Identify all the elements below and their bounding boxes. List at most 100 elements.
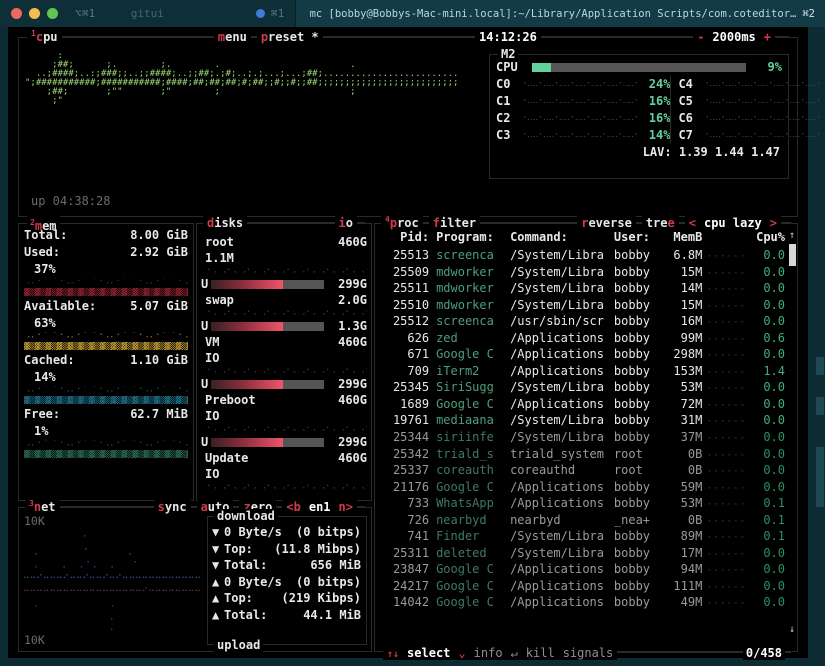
disks-panel-title[interactable]: disks bbox=[203, 216, 247, 230]
process-sort-next-button[interactable]: > bbox=[766, 216, 781, 230]
process-row[interactable]: 19761mediaana/System/Librabobby31M⠄⠄⠄⠄⠄⠄… bbox=[381, 412, 785, 429]
process-row[interactable]: 626zed/Applicationsbobby99M⠄⠄⠄⠄⠄⠄0.6 bbox=[381, 330, 785, 347]
process-command: /System/Libra bbox=[510, 264, 614, 281]
process-row[interactable]: 21176Google C/Applicationsbobby59M⠄⠄⠄⠄⠄⠄… bbox=[381, 479, 785, 496]
process-row[interactable]: 14042Google C/Applicationsbobby49M⠄⠄⠄⠄⠄⠄… bbox=[381, 594, 785, 611]
process-row[interactable]: 25311deleted/System/Librabobby17M⠄⠄⠄⠄⠄⠄0… bbox=[381, 545, 785, 562]
footer-kill-label[interactable]: kill bbox=[522, 646, 559, 660]
process-tree-button[interactable]: tree bbox=[642, 216, 679, 230]
cpu-core-label: C5 bbox=[678, 93, 704, 110]
process-memory: 59M bbox=[662, 479, 702, 496]
cpu-total-row: CPU 9% bbox=[496, 59, 782, 76]
process-row[interactable]: 709iTerm2/Applicationsbobby153M⠄⠄⠄⠄⠄⠄1.4 bbox=[381, 363, 785, 380]
network-graph-line: ⠒⠒⠒⠒⠒⠒⠒⠒⠒⠒⠒⠒⠒⠒⠒⠒⠒⠒⠊⠒⠒⠒⠒⠒⠒⠒⠒⠒⠒⠒⠒⠒⠒⠒ bbox=[23, 586, 201, 599]
close-window-icon[interactable] bbox=[11, 8, 22, 19]
process-row[interactable]: 23847Google C/Applicationsbobby94M⠄⠄⠄⠄⠄⠄… bbox=[381, 561, 785, 578]
process-row[interactable]: 25510mdworker/System/Librabobby15M⠄⠄⠄⠄⠄⠄… bbox=[381, 297, 785, 314]
disk-io-label: 1.1M bbox=[201, 250, 367, 266]
process-pid: 14042 bbox=[381, 594, 429, 611]
titlebar-left-shortcut: ⌥⌘1 bbox=[75, 7, 95, 20]
network-next-iface-button[interactable]: n> bbox=[335, 500, 357, 514]
cpu-core-sparkline: ·‥‥·‥‥·‥‥·‥‥·‥‥·‥‥·‥‥· bbox=[704, 110, 820, 127]
cpu-core-percent: 14% bbox=[638, 127, 670, 144]
cpu-core-sparkline: ·‥‥·‥‥·‥‥·‥‥·‥‥·‥‥·‥‥· bbox=[704, 127, 820, 144]
column-header-program[interactable]: Program: bbox=[429, 230, 510, 244]
process-sort-prev-button[interactable]: < bbox=[685, 216, 700, 230]
disk-usage-meter bbox=[211, 438, 324, 447]
process-row[interactable]: 741Finder/System/Librabobby89M⠄⠄⠄⠄⠄⠄0.1 bbox=[381, 528, 785, 545]
network-graph-line: ⠂ bbox=[23, 625, 201, 638]
footer-select-label[interactable]: select bbox=[403, 646, 454, 660]
network-stat-label: Top: bbox=[224, 541, 274, 558]
cpu-core-column-left: C0·‥‥·‥‥·‥‥·‥‥·‥‥·‥‥·‥‥·24%C1·‥‥·‥‥·‥‥·‥… bbox=[496, 76, 670, 144]
window-controls[interactable] bbox=[0, 8, 58, 19]
network-scale-bottom: 10K bbox=[24, 633, 45, 647]
process-row[interactable]: 24217Google C/Applicationsbobby111M⠄⠄⠄⠄⠄… bbox=[381, 578, 785, 595]
network-scale-top: 10K bbox=[24, 514, 45, 528]
process-cpu: 0.0 bbox=[752, 379, 785, 396]
process-row[interactable]: 25345SiriSugg/System/Librabobby53M⠄⠄⠄⠄⠄⠄… bbox=[381, 379, 785, 396]
process-row[interactable]: 733WhatsApp/Applicationsbobby53M⠄⠄⠄⠄⠄⠄0.… bbox=[381, 495, 785, 512]
disk-io-sparkline: ⠂⠄⠠⠂⠄⠠⠂⠄⠠⠂⠄⠠⠂⠄⠠⠂⠄⠠⠂⠄⠠⠂⠄⠠⠂⠄⠠ bbox=[201, 482, 367, 492]
column-header-command[interactable]: Command: bbox=[510, 230, 614, 244]
process-program: coreauth bbox=[429, 462, 510, 479]
process-reverse-button[interactable]: reverse bbox=[577, 216, 636, 230]
process-filter-button[interactable]: filter bbox=[429, 216, 480, 230]
cpu-interval-decrease-button[interactable]: - bbox=[693, 30, 708, 44]
cpu-menu-button[interactable]: menu bbox=[214, 30, 251, 44]
process-panel-title[interactable]: 4proc bbox=[381, 215, 423, 230]
cpu-total-meter bbox=[532, 63, 746, 72]
cpu-interval-increase-button[interactable]: + bbox=[760, 30, 775, 44]
process-row[interactable]: 25509mdworker/System/Librabobby15M⠄⠄⠄⠄⠄⠄… bbox=[381, 264, 785, 281]
disk-size: 460G bbox=[338, 234, 367, 250]
column-header-pid[interactable]: Pid: bbox=[381, 230, 429, 244]
process-scroll-down-icon[interactable]: ↓ bbox=[789, 624, 795, 635]
process-row[interactable]: 25337coreauthcoreauthdroot0B⠄⠄⠄⠄⠄⠄0.0 bbox=[381, 462, 785, 479]
process-row[interactable]: 671Google C/Applicationsbobby298M⠄⠄⠄⠄⠄⠄0… bbox=[381, 346, 785, 363]
process-row[interactable]: 25511mdworker/System/Librabobby14M⠄⠄⠄⠄⠄⠄… bbox=[381, 280, 785, 297]
disks-io-toggle[interactable]: io bbox=[335, 216, 357, 230]
minimize-window-icon[interactable] bbox=[29, 8, 40, 19]
process-program: WhatsApp bbox=[429, 495, 510, 512]
column-header-user[interactable]: User: bbox=[614, 230, 662, 244]
titlebar-tab-2[interactable]: mc [bobby@Bobbys-Mac-mini.local]:~/Libra… bbox=[295, 0, 825, 27]
process-row[interactable]: 1689Google C/Applicationsbobby72M⠄⠄⠄⠄⠄⠄0… bbox=[381, 396, 785, 413]
network-stat-label: Total: bbox=[224, 557, 310, 574]
process-row[interactable]: 25344siriinfe/System/Librabobby37M⠄⠄⠄⠄⠄⠄… bbox=[381, 429, 785, 446]
process-scroll-up-icon[interactable]: ↑ bbox=[789, 230, 795, 241]
maximize-window-icon[interactable] bbox=[47, 8, 58, 19]
memory-panel: 2mem Total:8.00 GiBUsed:2.92 GiB37%⠠⠄⠂⠁⠈… bbox=[18, 223, 194, 501]
process-memory: 89M bbox=[662, 528, 702, 545]
footer-signals-label[interactable]: signals bbox=[559, 646, 618, 660]
process-memory: 298M bbox=[662, 346, 702, 363]
network-prev-iface-button[interactable]: <b bbox=[282, 500, 304, 514]
process-scrollbar-thumb[interactable] bbox=[789, 244, 796, 266]
btop-screen: 1ccpupu menu preset * 14:12:26 - 2000ms … bbox=[8, 27, 808, 658]
process-memory: 15M bbox=[662, 297, 702, 314]
process-memory: 72M bbox=[662, 396, 702, 413]
cpu-panel-title[interactable]: 1ccpupu bbox=[27, 29, 62, 44]
titlebar-tab-1[interactable]: ⌥⌘1 gitui ⌘1 bbox=[0, 0, 295, 27]
terminal-body: 1ccpupu menu preset * 14:12:26 - 2000ms … bbox=[0, 27, 825, 666]
process-table[interactable]: 25513screenca/System/Librabobby6.8M⠄⠄⠄⠄⠄… bbox=[381, 247, 785, 637]
cpu-core-row: C7·‥‥·‥‥·‥‥·‥‥·‥‥·‥‥·‥‥·0% bbox=[678, 127, 825, 144]
cpu-core-row: C2·‥‥·‥‥·‥‥·‥‥·‥‥·‥‥·‥‥·16% bbox=[496, 110, 670, 127]
process-row[interactable]: 25512screenca/usr/sbin/scrbobby16M⠄⠄⠄⠄⠄⠄… bbox=[381, 313, 785, 330]
process-command: /Applications bbox=[510, 578, 614, 595]
process-row[interactable]: 25513screenca/System/Librabobby6.8M⠄⠄⠄⠄⠄… bbox=[381, 247, 785, 264]
process-program: Google C bbox=[429, 578, 510, 595]
column-header-cpu[interactable]: Cpu% bbox=[752, 230, 785, 244]
cpu-preset-button[interactable]: preset * bbox=[257, 30, 323, 44]
process-command: /System/Libra bbox=[510, 247, 614, 264]
process-user: bobby bbox=[614, 280, 662, 297]
cpu-chip-box: M2 CPU 9% C0·‥‥·‥‥·‥‥·‥‥·‥‥·‥‥·‥‥·24%C1·… bbox=[489, 54, 789, 179]
disk-row: Update460G bbox=[201, 450, 367, 466]
process-command: /System/Libra bbox=[510, 280, 614, 297]
disk-io-sparkline: ⠂⠄⠠⠂⠄⠠⠂⠄⠠⠂⠄⠠⠂⠄⠠⠂⠄⠠⠂⠄⠠⠂⠄⠠⠂⠄⠠ bbox=[201, 308, 367, 318]
footer-info-label[interactable]: info bbox=[470, 646, 507, 660]
cpu-core-row: C0·‥‥·‥‥·‥‥·‥‥·‥‥·‥‥·‥‥·24% bbox=[496, 76, 670, 93]
process-row[interactable]: 25342triald_striald_systemroot0B⠄⠄⠄⠄⠄⠄0.… bbox=[381, 446, 785, 463]
process-row[interactable]: 726nearbydnearbyd_nea+0B⠄⠄⠄⠄⠄⠄0.1 bbox=[381, 512, 785, 529]
column-header-memb[interactable]: MemB bbox=[662, 230, 702, 244]
process-memory: 94M bbox=[662, 561, 702, 578]
